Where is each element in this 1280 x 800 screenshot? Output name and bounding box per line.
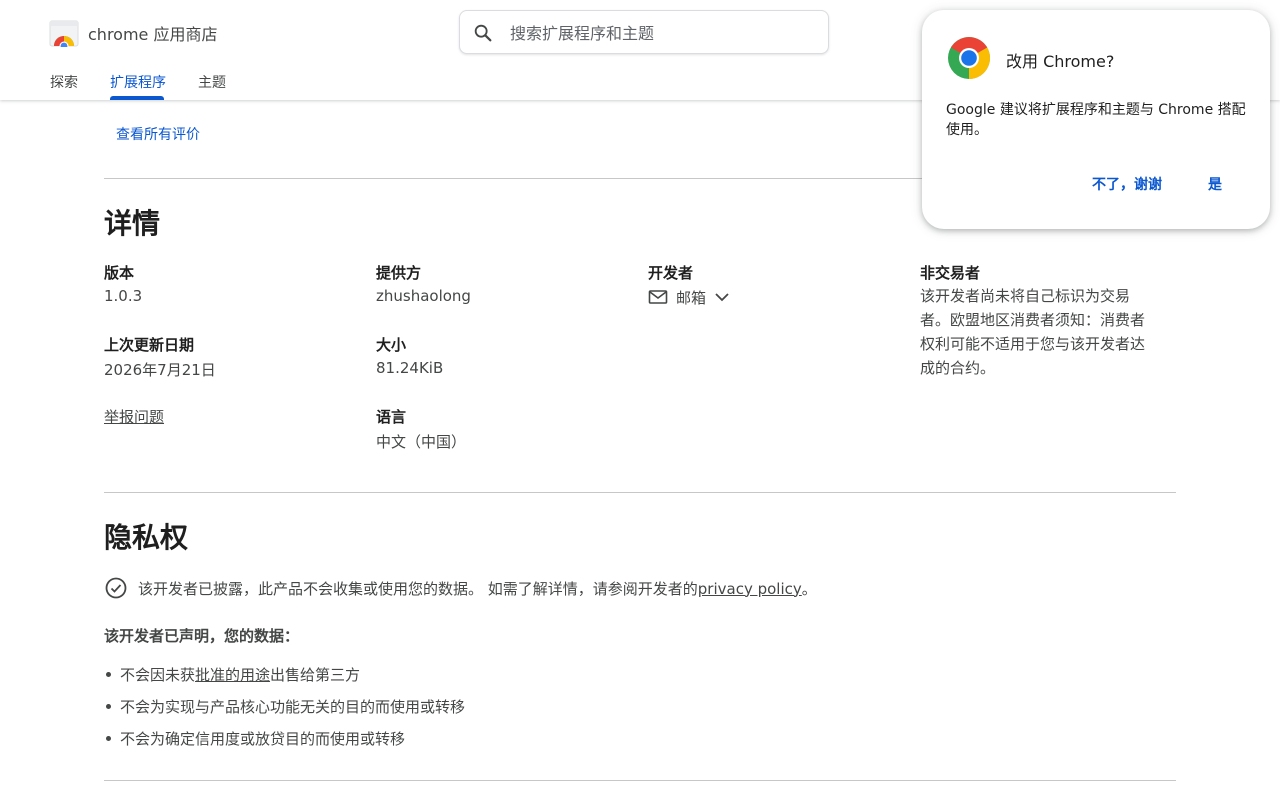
size-value: 81.24KiB xyxy=(376,359,444,377)
bullet1-post: 出售给第三方 xyxy=(270,666,361,684)
size-label: 大小 xyxy=(376,336,407,354)
tab-discover[interactable]: 探索 xyxy=(50,72,78,92)
see-all-reviews-link[interactable]: 查看所有评价 xyxy=(116,124,200,144)
yes-button[interactable]: 是 xyxy=(1208,174,1222,194)
dialog-body: Google 建议将扩展程序和主题与 Chrome 搭配使用。 xyxy=(946,102,1246,138)
switch-to-chrome-dialog: 改用 Chrome? Google 建议将扩展程序和主题与 Chrome 搭配使… xyxy=(922,10,1270,229)
search-input[interactable] xyxy=(510,21,810,45)
tab-themes[interactable]: 主题 xyxy=(198,72,226,92)
developer-email-label: 邮箱 xyxy=(676,288,707,307)
bullet1-pre: 不会因未获 xyxy=(120,666,196,684)
updated-label: 上次更新日期 xyxy=(104,336,195,354)
developer-label: 开发者 xyxy=(648,264,694,282)
privacy-title: 隐私权 xyxy=(104,521,189,554)
disclosure-sentence: 该开发者已披露，此产品不会收集或使用您的数据。 如需了解详情，请参阅开发者的 xyxy=(138,579,698,598)
list-item: 不会为确定信用度或放贷目的而使用或转移 xyxy=(104,726,465,758)
tab-extensions[interactable]: 扩展程序 xyxy=(110,72,166,92)
privacy-policy-link[interactable]: privacy policy xyxy=(698,580,802,598)
updated-value: 2026年7月21日 xyxy=(104,361,216,379)
approved-uses-link[interactable]: 批准的用途 xyxy=(195,666,270,684)
list-item: 不会因未获批准的用途出售给第三方 xyxy=(104,662,465,694)
declared-label: 该开发者已声明，您的数据： xyxy=(104,627,300,645)
privacy-disclosure: 该开发者已披露，此产品不会收集或使用您的数据。 如需了解详情，请参阅开发者的pr… xyxy=(104,575,817,601)
chrome-web-store-logo[interactable] xyxy=(49,17,79,47)
section-divider xyxy=(104,780,1176,781)
data-declarations-list: 不会因未获批准的用途出售给第三方 不会为实现与产品核心功能无关的目的而使用或转移… xyxy=(104,662,465,758)
disclosure-period: 。 xyxy=(801,579,817,598)
version-label: 版本 xyxy=(104,264,135,282)
non-trader-text: 该开发者尚未将自己标识为交易者。欧盟地区消费者须知：消费者权利可能不适用于您与该… xyxy=(920,287,1146,377)
check-circle-icon xyxy=(105,577,127,599)
dialog-title: 改用 Chrome? xyxy=(1006,52,1115,71)
report-issue-link[interactable]: 举报问题 xyxy=(104,406,164,427)
mail-icon xyxy=(648,290,668,304)
list-item: 不会为实现与产品核心功能无关的目的而使用或转移 xyxy=(104,694,465,726)
active-tab-indicator xyxy=(110,96,164,100)
no-thanks-button[interactable]: 不了，谢谢 xyxy=(1092,174,1162,194)
details-title: 详情 xyxy=(104,207,161,240)
chevron-down-icon xyxy=(715,293,729,302)
disclosure-text: 该开发者已披露，此产品不会收集或使用您的数据。 如需了解详情，请参阅开发者的pr… xyxy=(138,578,817,599)
version-value: 1.0.3 xyxy=(104,287,143,305)
developer-email-toggle[interactable]: 邮箱 xyxy=(648,286,730,308)
chrome-logo-icon xyxy=(948,37,991,80)
search-box[interactable] xyxy=(459,10,829,54)
language-value: 中文（中国） xyxy=(376,433,467,451)
brand-title[interactable]: chrome 应用商店 xyxy=(88,21,217,45)
language-label: 语言 xyxy=(376,408,407,426)
non-trader-label: 非交易者 xyxy=(920,264,981,282)
provider-value: zhushaolong xyxy=(376,287,471,305)
search-icon[interactable] xyxy=(472,22,494,44)
provider-label: 提供方 xyxy=(376,264,422,282)
section-divider xyxy=(104,492,1176,493)
